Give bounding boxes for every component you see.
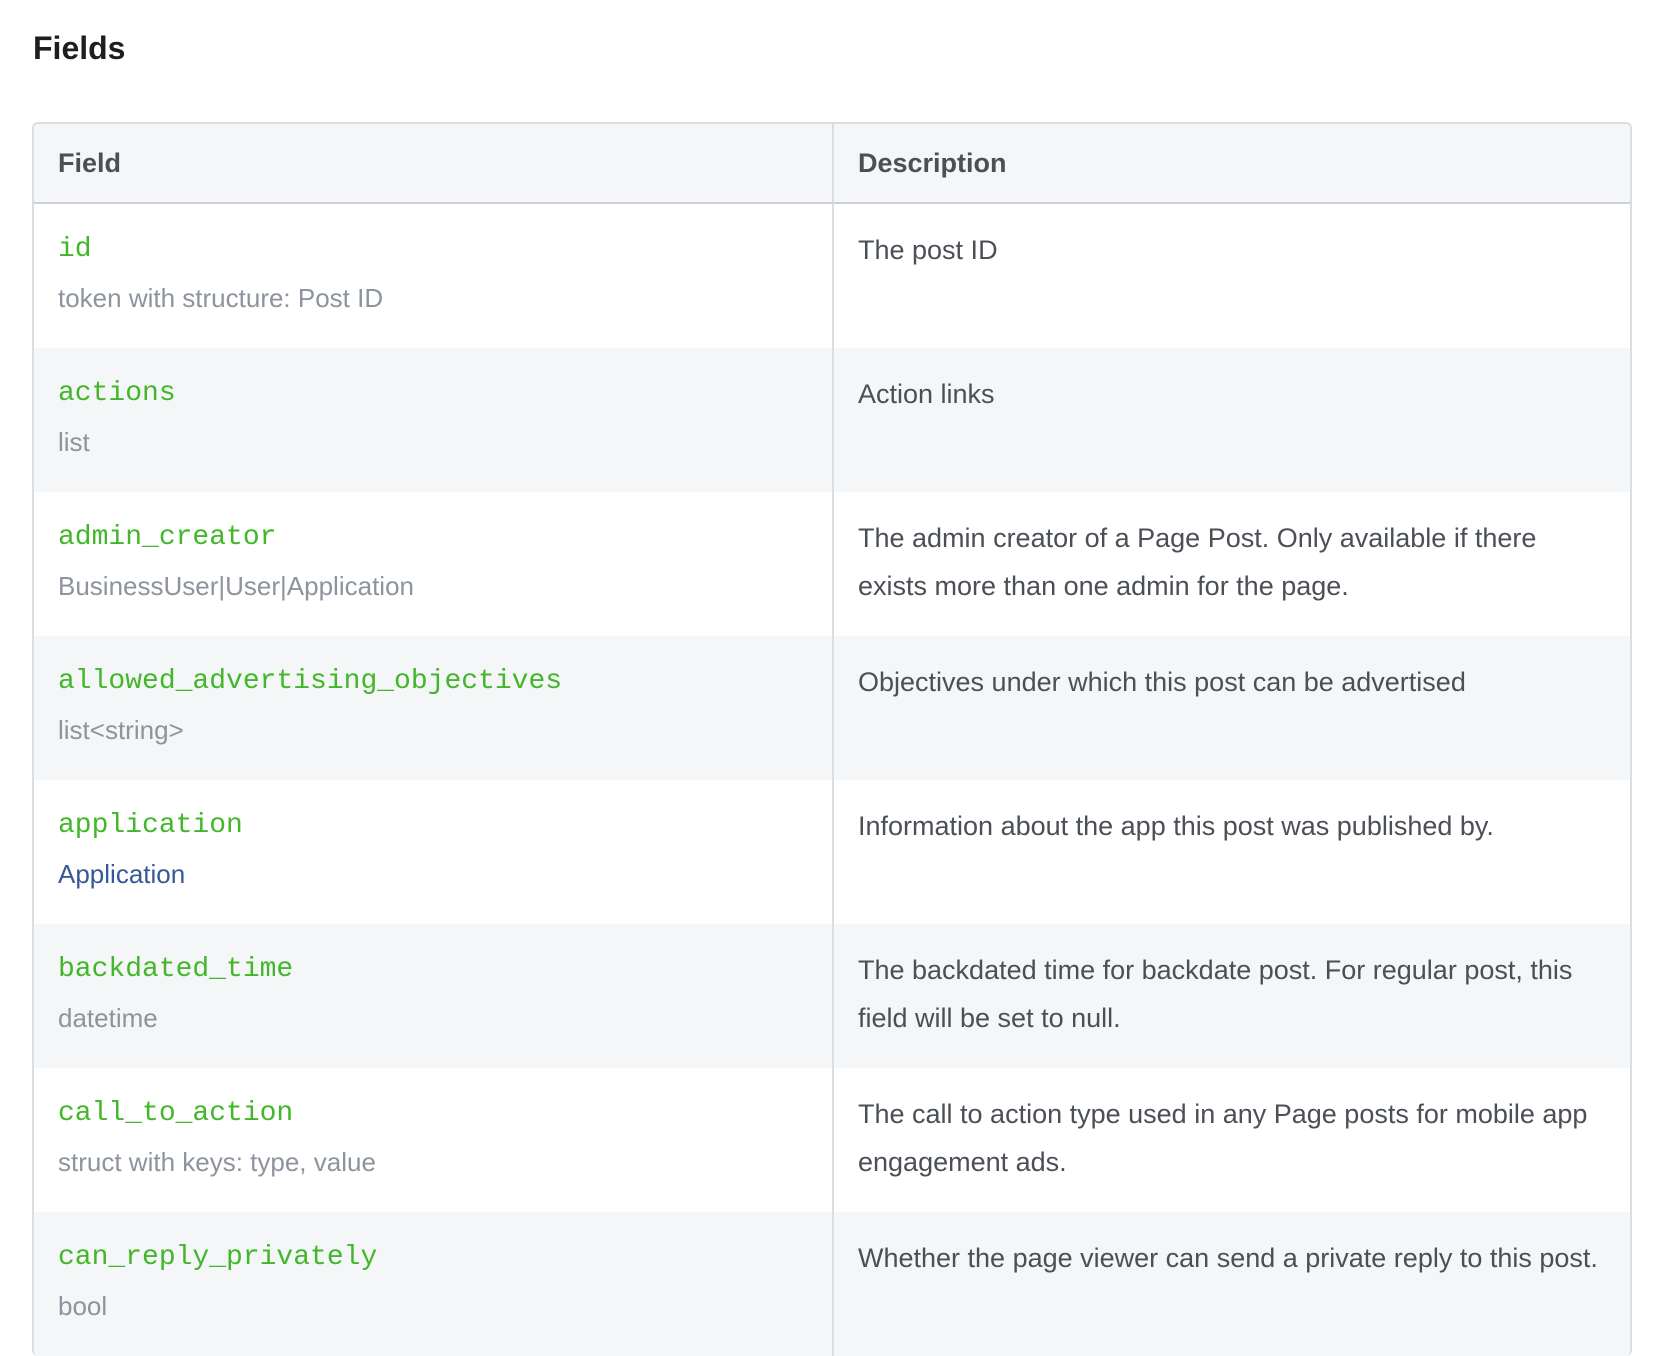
field-description: Information about the app this post was … (858, 811, 1494, 841)
fields-table: Field Description id token with structur… (32, 122, 1632, 1356)
description-cell: The call to action type used in any Page… (834, 1068, 1630, 1212)
table-row: call_to_action struct with keys: type, v… (34, 1068, 1630, 1212)
column-header-description: Description (834, 124, 1630, 204)
field-type: struct with keys: type, value (58, 1147, 376, 1177)
field-type: bool (58, 1291, 108, 1321)
description-cell: Objectives under which this post can be … (834, 636, 1630, 780)
description-cell: The backdated time for backdate post. Fo… (834, 924, 1630, 1068)
field-cell: backdated_time datetime (34, 924, 834, 1068)
field-type: list<string> (58, 715, 184, 745)
field-cell: allowed_advertising_objectives list<stri… (34, 636, 834, 780)
description-cell: The post ID (834, 204, 1630, 348)
field-name: call_to_action (58, 1098, 294, 1129)
field-description: Whether the page viewer can send a priva… (858, 1243, 1598, 1273)
table-row: application Application Information abou… (34, 780, 1630, 924)
field-description: The post ID (858, 235, 998, 265)
field-type: list (58, 427, 90, 457)
field-name: backdated_time (58, 954, 294, 985)
field-description: Objectives under which this post can be … (858, 667, 1466, 697)
field-name: admin_creator (58, 522, 277, 553)
table-body: id token with structure: Post ID The pos… (34, 204, 1630, 1356)
field-name: application (58, 810, 243, 841)
table-row: backdated_time datetime The backdated ti… (34, 924, 1630, 1068)
field-name: allowed_advertising_objectives (58, 666, 563, 697)
table-row: actions list Action links (34, 348, 1630, 492)
field-name: actions (58, 378, 176, 409)
field-type: token with structure: Post ID (58, 283, 384, 313)
field-name: id (58, 234, 92, 265)
table-header-row: Field Description (34, 124, 1630, 204)
description-cell: Whether the page viewer can send a priva… (834, 1212, 1630, 1356)
field-type: datetime (58, 1003, 158, 1033)
description-cell: Action links (834, 348, 1630, 492)
page: Fields Field Description id token with s… (0, 0, 1658, 1356)
section-title: Fields (33, 30, 126, 66)
field-cell: admin_creator BusinessUser|User|Applicat… (34, 492, 834, 636)
field-cell: actions list (34, 348, 834, 492)
field-cell: id token with structure: Post ID (34, 204, 834, 348)
table-row: can_reply_privately bool Whether the pag… (34, 1212, 1630, 1356)
field-type-link[interactable]: Application (58, 854, 808, 894)
table-row: admin_creator BusinessUser|User|Applicat… (34, 492, 1630, 636)
field-description: The call to action type used in any Page… (858, 1099, 1588, 1177)
description-cell: Information about the app this post was … (834, 780, 1630, 924)
description-cell: The admin creator of a Page Post. Only a… (834, 492, 1630, 636)
field-description: Action links (858, 379, 995, 409)
table-row: id token with structure: Post ID The pos… (34, 204, 1630, 348)
field-description: The admin creator of a Page Post. Only a… (858, 523, 1537, 601)
column-header-field: Field (34, 124, 834, 204)
field-name: can_reply_privately (58, 1242, 378, 1273)
field-cell: can_reply_privately bool (34, 1212, 834, 1356)
field-cell: call_to_action struct with keys: type, v… (34, 1068, 834, 1212)
field-type: BusinessUser|User|Application (58, 571, 414, 601)
field-description: The backdated time for backdate post. Fo… (858, 955, 1573, 1033)
table-row: allowed_advertising_objectives list<stri… (34, 636, 1630, 780)
field-cell: application Application (34, 780, 834, 924)
